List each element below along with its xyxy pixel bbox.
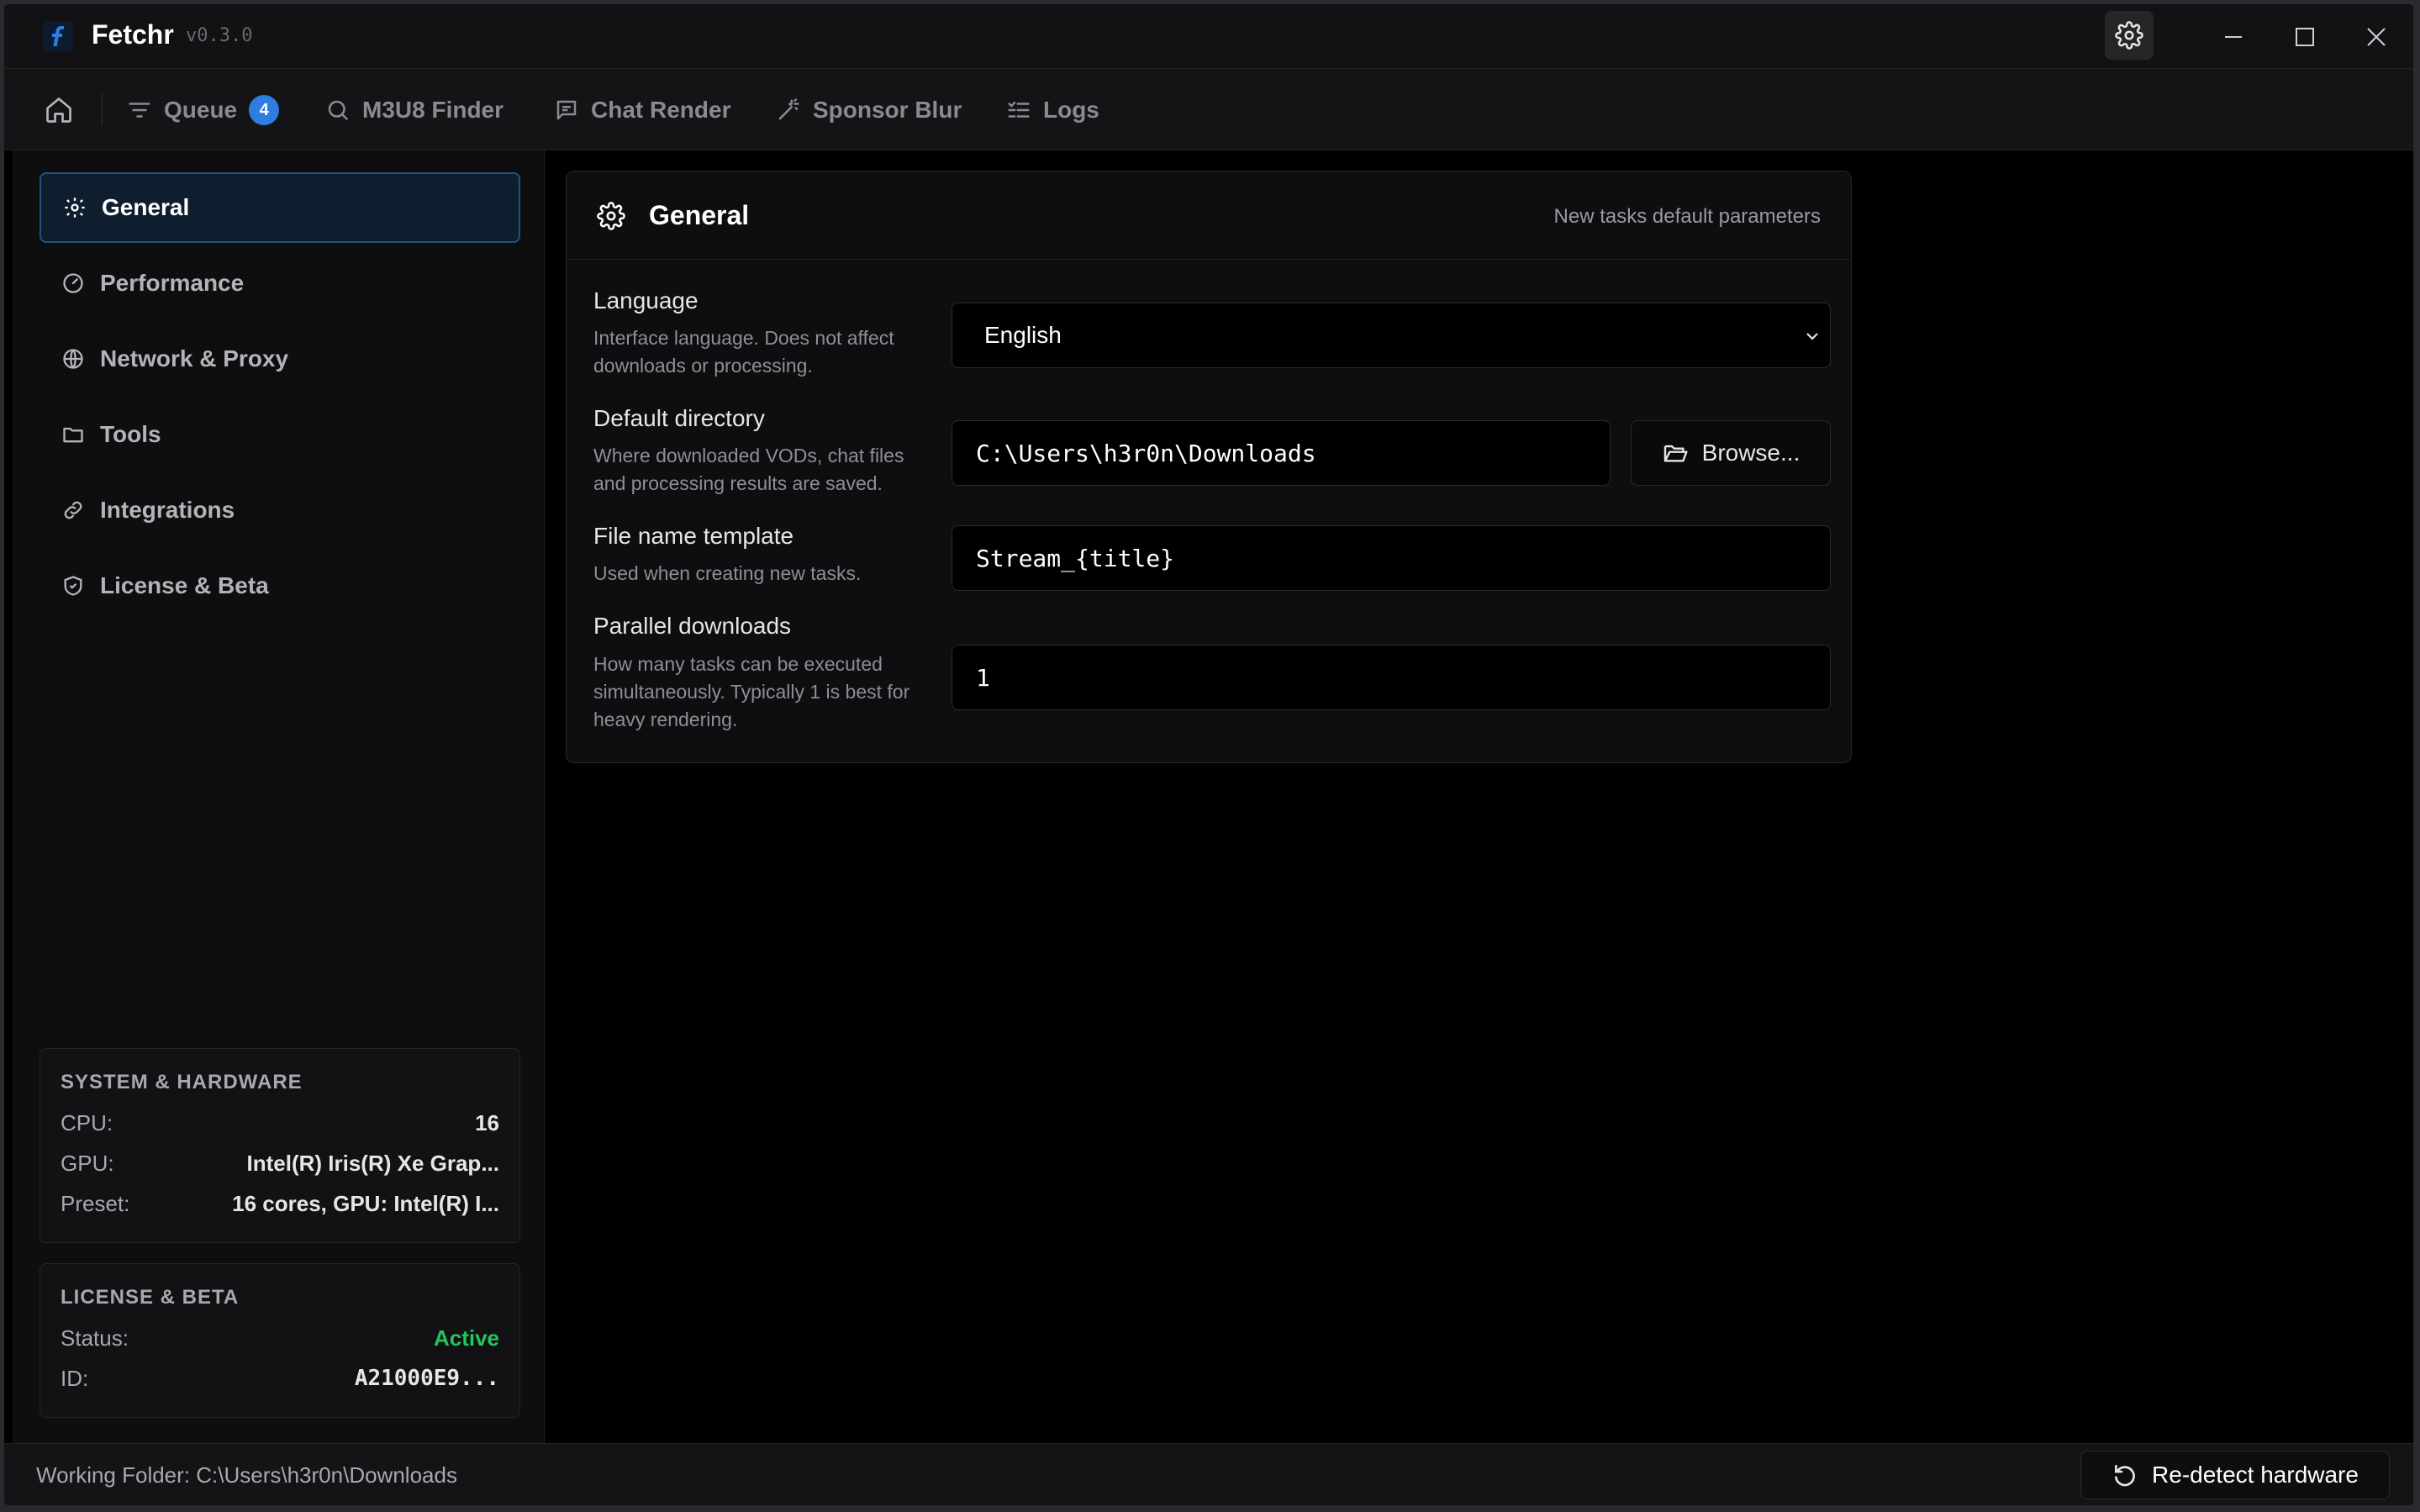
tab-m3u8-finder-label: M3U8 Finder (362, 97, 504, 123)
directory-desc: Where downloaded VODs, chat files and pr… (593, 445, 904, 494)
status-bar: Working Folder: C:\Users\h3r0n\Downloads… (4, 1443, 2413, 1505)
tab-sponsor-blur-label: Sponsor Blur (813, 97, 962, 123)
tab-m3u8-finder[interactable]: M3U8 Finder (325, 94, 504, 126)
browse-button[interactable]: Browse... (1631, 420, 1831, 486)
sidebar-item-performance[interactable]: Performance (40, 248, 520, 319)
sidebar-item-network-proxy[interactable]: Network & Proxy (40, 324, 520, 394)
sidebar-item-label: Network & Proxy (100, 345, 289, 371)
id-label: ID: (61, 1365, 89, 1391)
tab-chat-render-label: Chat Render (591, 97, 731, 123)
globe-icon (63, 349, 83, 369)
sidebar-item-label: Performance (100, 270, 245, 296)
tab-queue-label: Queue (164, 97, 238, 123)
panel-title: LICENSE & BETA (61, 1286, 240, 1309)
queue-count-badge: 4 (249, 95, 280, 125)
parallel-input[interactable]: 1 (952, 645, 1831, 710)
cpu-value: 16 (475, 1109, 499, 1135)
language-desc: Interface language. Does not affect down… (593, 327, 894, 377)
sidebar-item-label: Tools (100, 421, 161, 447)
link-icon (64, 501, 82, 519)
magic-wand-icon (778, 98, 799, 120)
license-id-value: A21000E9... (354, 1366, 499, 1391)
tab-chat-render[interactable]: Chat Render (554, 94, 730, 126)
redetect-button-label: Re-detect hardware (2152, 1462, 2359, 1488)
gear-icon (2115, 21, 2143, 50)
preset-row: Preset: 16 cores, GPU: Intel(R) I... (61, 1190, 499, 1216)
sidebar-item-general[interactable]: General (40, 172, 520, 243)
language-label: Language (593, 287, 699, 313)
nav-divider (102, 92, 103, 126)
language-value: English (984, 322, 1062, 348)
template-input[interactable]: Stream_{title} (952, 525, 1831, 591)
sidebar-item-label: License & Beta (100, 572, 269, 598)
tab-sponsor-blur[interactable]: Sponsor Blur (776, 94, 962, 126)
directory-input[interactable]: C:\Users\h3r0n\Downloads (952, 420, 1611, 486)
card-title: General (649, 200, 750, 230)
preset-value: 16 cores, GPU: Intel(R) I... (232, 1190, 499, 1216)
refresh-icon (2115, 1465, 2135, 1487)
minimize-button[interactable] (2212, 16, 2254, 58)
minimize-icon (2225, 36, 2242, 38)
settings-button[interactable] (2105, 11, 2154, 60)
nav-bar: Queue 4 M3U8 Finder Chat Render Sponsor … (4, 69, 2413, 150)
list-check-icon (1008, 102, 1030, 118)
app-logo-icon (43, 21, 73, 51)
folder-open-icon (1663, 445, 1688, 462)
settings-sidebar: General Performance Network & Proxy Tool… (13, 150, 545, 1443)
close-icon (2367, 28, 2386, 46)
cpu-row: CPU: 16 (61, 1109, 499, 1135)
preset-label: Preset: (61, 1190, 130, 1216)
id-row: ID: A21000E9... (61, 1365, 499, 1392)
gauge-icon (63, 273, 83, 293)
maximize-icon (2296, 28, 2314, 46)
title-bar: Fetchr v0.3.0 (4, 4, 2413, 69)
status-row: Status: Active (61, 1325, 499, 1351)
status-label: Status: (61, 1325, 129, 1351)
sidebar-item-tools[interactable]: Tools (40, 399, 520, 470)
shield-check-icon (64, 576, 82, 596)
system-hardware-panel: SYSTEM & HARDWARE CPU: 16 GPU: Intel(R) … (40, 1048, 520, 1243)
sidebar-item-label: Integrations (100, 497, 235, 523)
app-name: Fetchr (92, 19, 174, 50)
chat-icon (556, 100, 577, 120)
parallel-desc: How many tasks can be executed simultane… (593, 653, 910, 730)
cpu-label: CPU: (61, 1109, 113, 1135)
license-status-value: Active (433, 1325, 499, 1351)
gear-icon (597, 202, 625, 230)
template-label: File name template (593, 523, 794, 549)
license-beta-panel: LICENSE & BETA Status: Active ID: A21000… (40, 1263, 520, 1418)
tab-logs-label: Logs (1043, 97, 1099, 123)
search-icon (328, 100, 349, 121)
filter-icon (129, 103, 150, 118)
app-version: v0.3.0 (186, 25, 253, 46)
gpu-value: Intel(R) Iris(R) Xe Grap... (246, 1150, 500, 1176)
gear-icon (65, 198, 85, 218)
tab-logs[interactable]: Logs (1006, 94, 1099, 126)
directory-label: Default directory (593, 405, 765, 431)
tab-queue[interactable]: Queue 4 (127, 94, 280, 126)
panel-title: SYSTEM & HARDWARE (61, 1071, 303, 1093)
chevron-down-icon (1806, 333, 1818, 340)
gpu-row: GPU: Intel(R) Iris(R) Xe Grap... (61, 1150, 500, 1176)
sidebar-item-label: General (102, 194, 190, 220)
redetect-hardware-button[interactable]: Re-detect hardware (2080, 1451, 2390, 1499)
home-button[interactable] (41, 92, 76, 128)
sidebar-item-license-beta[interactable]: License & Beta (40, 551, 520, 621)
browse-button-label: Browse... (1701, 440, 1801, 466)
app-window: Fetchr v0.3.0 Queue 4 M3U8 Finder Chat R… (3, 3, 2414, 1506)
close-button[interactable] (2355, 16, 2397, 58)
parallel-label: Parallel downloads (593, 613, 792, 639)
card-header: General New tasks default parameters (567, 171, 1851, 260)
gpu-label: GPU: (61, 1150, 114, 1176)
maximize-button[interactable] (2284, 16, 2326, 58)
folder-icon (63, 427, 83, 443)
sidebar-item-integrations[interactable]: Integrations (40, 475, 520, 545)
home-icon (46, 97, 71, 123)
template-desc: Used when creating new tasks. (593, 562, 862, 584)
language-select[interactable]: English (952, 303, 1831, 368)
working-folder-text: Working Folder: C:\Users\h3r0n\Downloads (36, 1462, 457, 1488)
card-subtitle: New tasks default parameters (1553, 205, 1821, 228)
general-settings-card: General New tasks default parameters Lan… (566, 171, 1852, 763)
